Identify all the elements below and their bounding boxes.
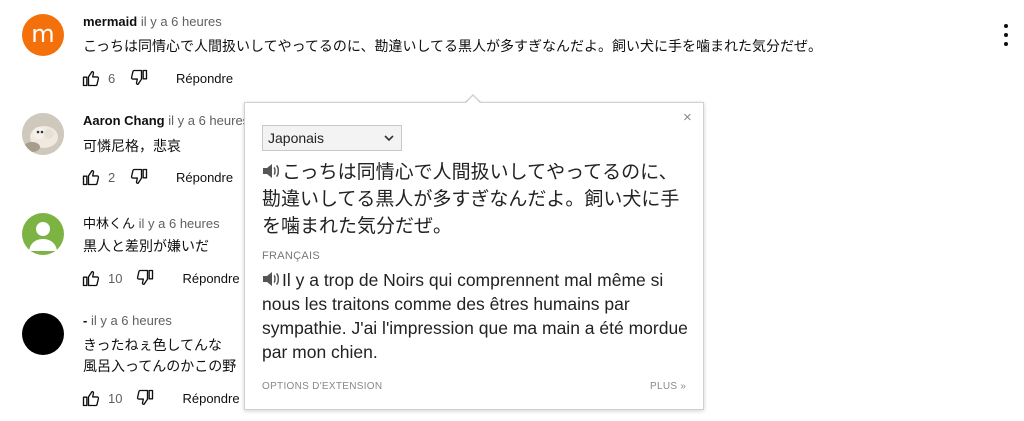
- reply-button[interactable]: Répondre: [182, 271, 239, 286]
- translated-text: Il y a trop de Noirs qui comprennent mal…: [262, 270, 688, 362]
- comment-header: Aaron Chang il y a 6 heures: [83, 113, 249, 128]
- like-count: 10: [108, 270, 123, 286]
- reply-button[interactable]: Répondre: [176, 71, 233, 86]
- more-link[interactable]: PLUS »: [650, 381, 686, 392]
- comment-text: 可憐尼格，悲哀: [83, 138, 181, 154]
- source-text: こっちは同情心で人間扱いしてやってるのに、勘違いしてる黒人が多すぎなんだよ。飼い…: [262, 162, 680, 237]
- comment-time[interactable]: il y a 6 heures: [139, 216, 220, 231]
- speaker-icon[interactable]: [262, 160, 282, 178]
- avatar[interactable]: m: [22, 14, 64, 56]
- translation-popup: × Japonais こっちは同情心で人間扱いしてやってるのに、勘違いしてる黒人…: [244, 102, 704, 410]
- thumb-up-icon[interactable]: [80, 387, 102, 409]
- comment-actions: 10 Répondre: [80, 266, 240, 290]
- comment-header: - il y a 6 heures: [83, 313, 172, 328]
- comment-text: こっちは同情心で人間扱いしてやってるのに、勘違いしてる黒人が多すぎなんだよ。飼い…: [83, 38, 823, 54]
- like-count: 6: [108, 70, 116, 86]
- default-avatar-icon: [29, 222, 57, 251]
- comment-author[interactable]: Aaron Chang: [83, 113, 165, 128]
- translated-text-block: Il y a trop de Noirs qui comprennent mal…: [262, 268, 694, 364]
- like-count: 10: [108, 390, 123, 406]
- reply-button[interactable]: Répondre: [176, 170, 233, 185]
- avatar[interactable]: [22, 113, 64, 155]
- thumb-down-icon[interactable]: [134, 387, 156, 409]
- comment-author[interactable]: -: [83, 313, 87, 328]
- avatar[interactable]: [22, 213, 64, 255]
- comment-text-line: きったねぇ色してんな: [83, 337, 223, 353]
- comment-time[interactable]: il y a 6 heures: [168, 113, 249, 128]
- comment-actions: 6 Répondre: [80, 66, 233, 90]
- thumb-down-icon[interactable]: [134, 267, 156, 289]
- more-vert-icon[interactable]: [998, 24, 1014, 46]
- thumb-up-icon[interactable]: [80, 166, 102, 188]
- comment-actions: 2 Répondre: [80, 165, 233, 189]
- comment-actions: 10 Répondre: [80, 386, 240, 410]
- avatar[interactable]: [22, 313, 64, 355]
- comment-time[interactable]: il y a 6 heures: [91, 313, 172, 328]
- comment-time[interactable]: il y a 6 heures: [141, 14, 222, 29]
- thumb-down-icon[interactable]: [128, 67, 150, 89]
- source-text-block: こっちは同情心で人間扱いしてやってるのに、勘違いしてる黒人が多すぎなんだよ。飼い…: [262, 159, 692, 240]
- source-language-select[interactable]: Japonais: [262, 125, 402, 151]
- chevron-down-icon: [383, 126, 395, 157]
- comment-header: 中林くん il y a 6 heures: [83, 213, 220, 232]
- comment-author[interactable]: mermaid: [83, 14, 137, 29]
- thumb-up-icon[interactable]: [80, 267, 102, 289]
- speaker-icon[interactable]: [262, 269, 282, 286]
- comment-text-line: 風呂入ってんのかこの野: [83, 358, 237, 374]
- thumb-up-icon[interactable]: [80, 67, 102, 89]
- extension-options-link[interactable]: OPTIONS D'EXTENSION: [262, 381, 382, 392]
- close-icon[interactable]: ×: [683, 109, 692, 126]
- reply-button[interactable]: Répondre: [182, 391, 239, 406]
- comment-author[interactable]: 中林くん: [83, 216, 135, 231]
- comment-text: 黒人と差別が嫌いだ: [83, 238, 209, 254]
- like-count: 2: [108, 169, 116, 185]
- comment-header: mermaid il y a 6 heures: [83, 14, 222, 29]
- popup-arrow-inner: [465, 96, 481, 104]
- avatar-image: [22, 113, 64, 155]
- thumb-down-icon[interactable]: [128, 166, 150, 188]
- avatar-letter: m: [31, 20, 55, 48]
- source-language-value: Japonais: [268, 130, 325, 146]
- target-language-label: FRANÇAIS: [262, 250, 321, 262]
